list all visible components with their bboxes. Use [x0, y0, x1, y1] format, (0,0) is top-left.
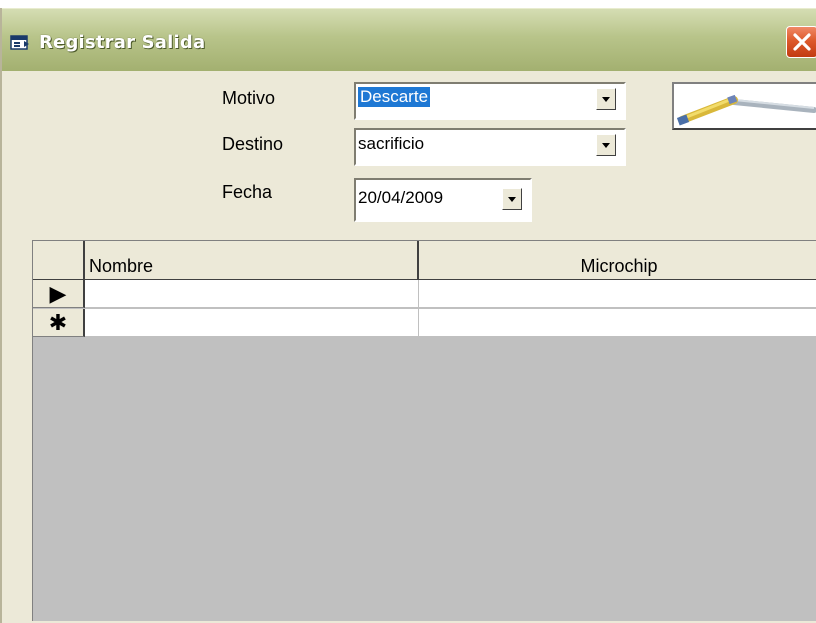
column-header-nombre[interactable]: Nombre — [85, 241, 419, 279]
destino-select[interactable]: sacrificio — [354, 128, 626, 166]
triangle-right-icon[interactable]: ▶ — [33, 280, 85, 308]
destino-value: sacrificio — [358, 134, 425, 153]
grid-corner — [33, 241, 85, 279]
motivo-select[interactable]: Descarte — [354, 82, 626, 120]
chevron-down-icon[interactable] — [596, 88, 616, 110]
title-bar[interactable]: Registrar Salida — [2, 8, 816, 71]
chevron-down-icon[interactable] — [596, 134, 616, 156]
destino-label: Destino — [222, 134, 284, 154]
registrar-salida-window: Registrar Salida Motivo Descarte Destino… — [0, 8, 816, 623]
records-grid[interactable]: Nombre Microchip ▶ ✱ — [32, 240, 816, 621]
chevron-down-icon[interactable] — [502, 188, 522, 210]
action-image-button[interactable] — [672, 82, 816, 130]
column-header-microchip[interactable]: Microchip — [419, 241, 816, 279]
close-button[interactable] — [786, 26, 816, 58]
motivo-label: Motivo — [222, 88, 276, 108]
window-title: Registrar Salida — [39, 32, 206, 53]
cell-microchip[interactable] — [419, 280, 816, 308]
cell-nombre[interactable] — [85, 309, 419, 337]
grid-header: Nombre Microchip — [33, 241, 816, 280]
table-row[interactable]: ▶ — [33, 280, 816, 309]
cell-microchip[interactable] — [419, 309, 816, 337]
fecha-label: Fecha — [222, 182, 273, 202]
close-icon — [793, 33, 811, 51]
fecha-value: 20/04/2009 — [358, 188, 444, 207]
form-icon — [10, 35, 30, 51]
measuring-tape-icon — [676, 94, 816, 126]
cell-nombre[interactable] — [85, 280, 419, 308]
fecha-date-picker[interactable]: 20/04/2009 — [354, 178, 532, 222]
motivo-value: Descarte — [358, 87, 431, 107]
table-row[interactable]: ✱ — [33, 309, 816, 338]
asterisk-icon[interactable]: ✱ — [33, 309, 85, 337]
